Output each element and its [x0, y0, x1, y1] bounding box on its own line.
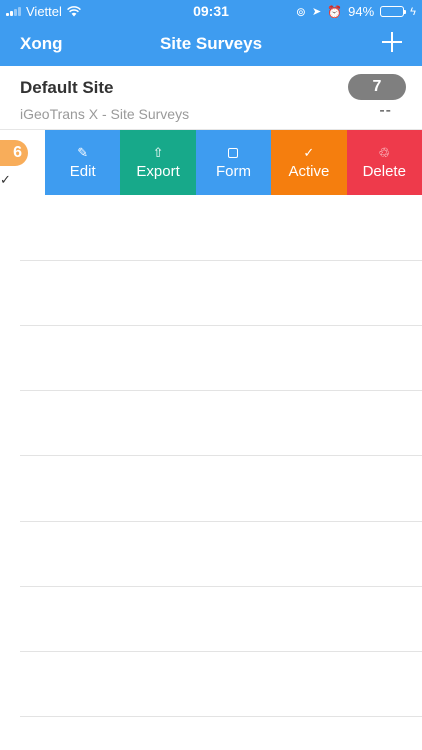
list-item[interactable]: Default Site iGeoTrans X - Site Surveys …	[0, 66, 422, 130]
delete-button[interactable]: ♲ Delete	[346, 130, 422, 195]
form-label: Form	[215, 162, 251, 180]
site-subtitle: iGeoTrans X - Site Surveys	[20, 106, 190, 122]
list-item-swiped[interactable]: 6 ✓ ✎ Edit ⇧ Export Form ✓ Active ♲ Dele…	[0, 130, 422, 195]
swipe-actions: ✎ Edit ⇧ Export Form ✓ Active ♲ Delete	[45, 130, 422, 195]
form-button[interactable]: Form	[195, 130, 272, 195]
battery-icon	[380, 6, 407, 17]
plus-icon[interactable]	[380, 30, 404, 54]
edit-label: Edit	[69, 162, 96, 180]
alarm-icon: ⏰	[327, 4, 343, 19]
row-divider	[20, 390, 422, 391]
edit-button[interactable]: ✎ Edit	[45, 130, 121, 195]
recycle-icon: ♲	[378, 144, 391, 160]
row-divider	[20, 325, 422, 326]
row-divider	[20, 586, 422, 587]
check-icon: ✓	[0, 172, 11, 187]
row-divider	[20, 651, 422, 652]
square-icon	[228, 146, 239, 160]
row-divider	[20, 260, 422, 261]
active-label: Active	[288, 162, 330, 180]
done-button[interactable]: Xong	[20, 34, 63, 54]
export-button[interactable]: ⇧ Export	[120, 130, 196, 195]
delete-label: Delete	[362, 162, 406, 180]
site-name: Default Site	[20, 78, 114, 97]
status-right-group: ⊚ ➤ ⏰ 94% ϟ	[296, 4, 416, 19]
orientation-lock-icon: ⊚	[295, 4, 306, 19]
checkmark-icon: ✓	[303, 144, 315, 160]
count-badge-peek: 6	[0, 140, 28, 166]
export-label: Export	[136, 162, 180, 180]
row-divider	[20, 455, 422, 456]
upload-icon: ⇧	[152, 144, 164, 160]
location-icon: ➤	[311, 6, 322, 18]
status-bar: Viettel 09:31 ⊚ ➤ ⏰ 94% ϟ	[0, 0, 422, 22]
pencil-icon: ✎	[77, 144, 89, 160]
site-detail: --	[379, 102, 392, 119]
row-divider	[20, 716, 422, 717]
page-title: Site Surveys	[159, 34, 263, 53]
row-divider	[20, 521, 422, 522]
navigation-bar: Xong Site Surveys	[0, 22, 422, 66]
active-button[interactable]: ✓ Active	[271, 130, 347, 195]
charging-icon: ϟ	[410, 5, 416, 18]
count-badge: 7	[348, 74, 406, 100]
battery-percent: 94%	[348, 4, 375, 19]
